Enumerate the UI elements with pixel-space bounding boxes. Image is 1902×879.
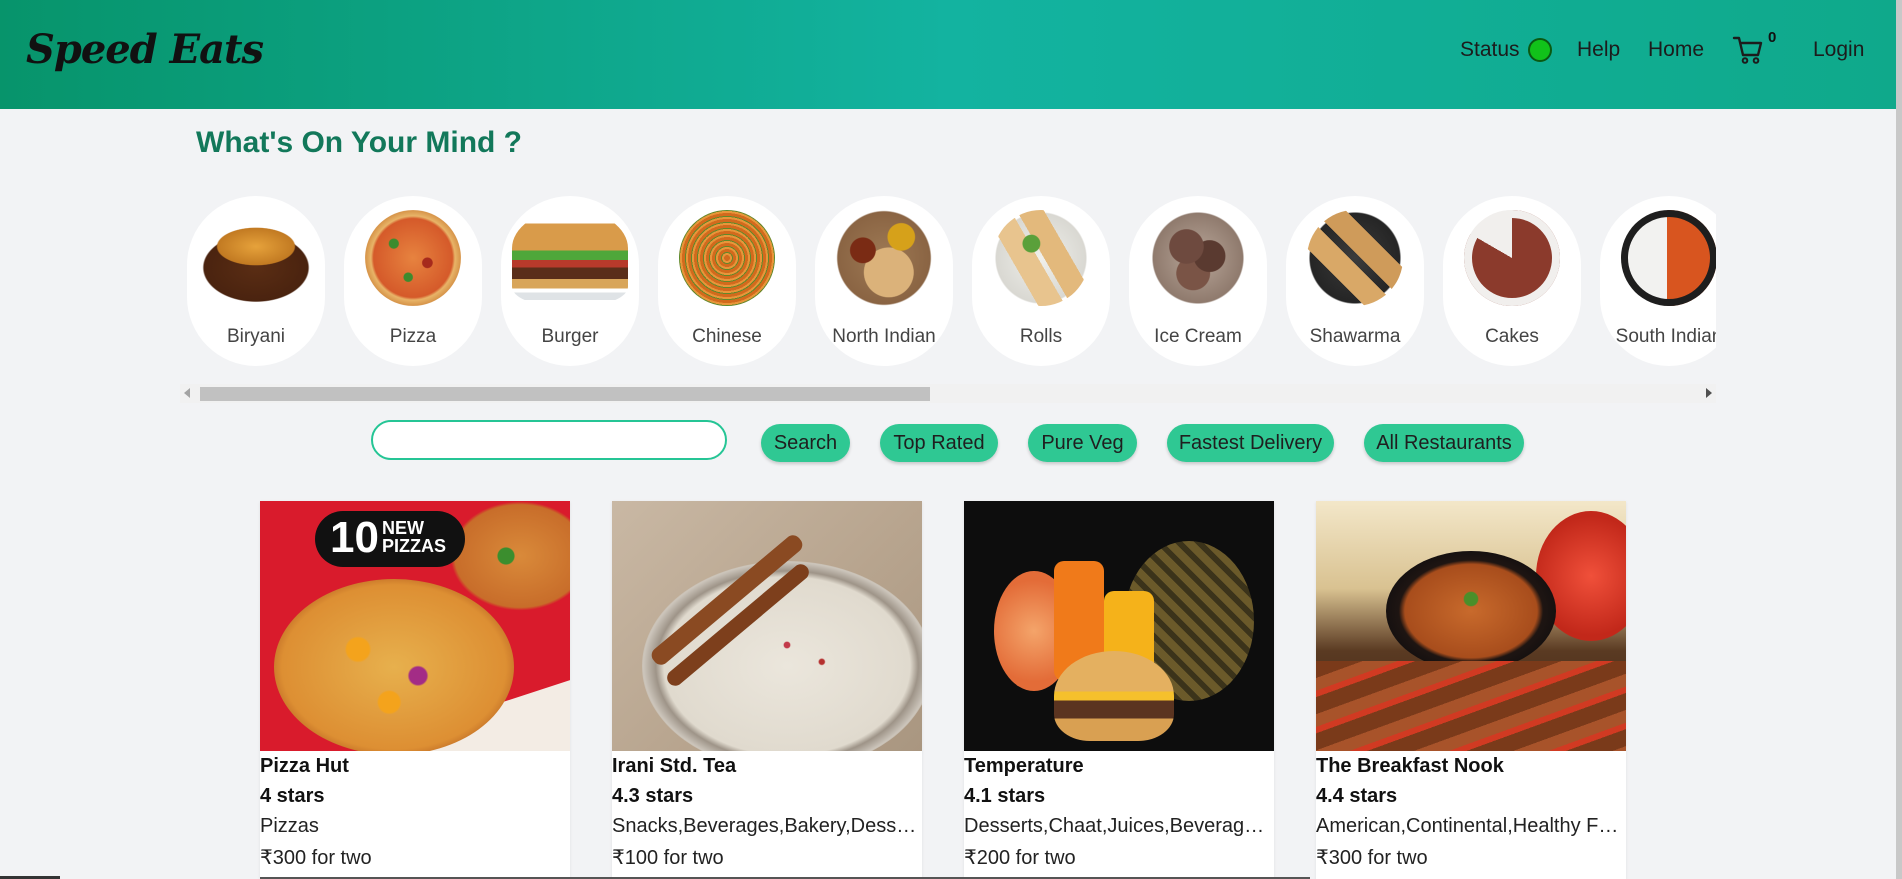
restaurant-image: 10 NEW PIZZAS: [260, 501, 570, 751]
restaurant-cuisine: Snacks,Beverages,Bakery,Desserts,Tea: [612, 815, 922, 837]
brand-logo[interactable]: Speed Eats: [26, 26, 264, 73]
category-label: Shawarma: [1309, 326, 1401, 347]
category-label: Cakes: [1485, 326, 1539, 347]
restaurant-image: [612, 501, 922, 751]
restaurant-name: Irani Std. Tea: [612, 755, 737, 777]
status-dot-icon: [1527, 38, 1552, 62]
category-item-ice-cream[interactable]: Ice Cream: [1129, 196, 1267, 366]
category-item-biryani[interactable]: Biryani: [187, 196, 325, 366]
burger-decor: [1054, 651, 1174, 741]
carousel-scrollbar[interactable]: [180, 384, 1716, 403]
scroll-left-arrow-icon[interactable]: [184, 388, 190, 398]
cart-icon: [1732, 36, 1763, 64]
category-label: South Indian: [1615, 326, 1716, 347]
nav-login-label: Login: [1813, 38, 1865, 61]
nav-help-label: Help: [1577, 38, 1621, 61]
pizza-decor: [274, 579, 514, 751]
restaurant-card[interactable]: 10 NEW PIZZAS Pizza Hut 4 stars Pizzas ₹…: [260, 501, 570, 879]
nav-help-link[interactable]: Help: [1577, 0, 1620, 100]
grill-decor: [1316, 661, 1626, 751]
banner-line-2: PIZZAS: [382, 536, 447, 556]
burger-image: [512, 210, 628, 306]
banner-number: 10: [330, 513, 379, 562]
beans-bowl-decor: [1386, 551, 1556, 671]
cake-image: [1464, 210, 1560, 306]
category-label: Ice Cream: [1154, 326, 1242, 347]
top-rated-filter-button[interactable]: Top Rated: [880, 424, 998, 462]
section-title: What's On Your Mind ?: [196, 126, 523, 159]
scroll-right-arrow-icon[interactable]: [1706, 388, 1712, 398]
nav-login-link[interactable]: Login: [1813, 0, 1864, 100]
restaurant-image: [964, 501, 1274, 751]
category-item-shawarma[interactable]: Shawarma: [1286, 196, 1424, 366]
restaurant-cuisine: Pizzas: [260, 815, 319, 837]
rolls-image: [993, 210, 1089, 306]
nav-home-label: Home: [1648, 38, 1705, 61]
restaurant-rating: 4 stars: [260, 785, 325, 807]
ice-cream-image: [1150, 210, 1246, 306]
category-label: Rolls: [1019, 326, 1063, 347]
biryani-image: [198, 210, 314, 306]
south-indian-image: [1621, 210, 1716, 306]
pure-veg-filter-button[interactable]: Pure Veg: [1028, 424, 1137, 462]
category-item-burger[interactable]: Burger: [501, 196, 639, 366]
search-input[interactable]: [371, 420, 727, 460]
restaurant-cuisine: American,Continental,Healthy Food: [1316, 815, 1626, 837]
fastest-delivery-filter-button[interactable]: Fastest Delivery: [1167, 424, 1334, 462]
thali-image: [836, 210, 932, 306]
category-carousel[interactable]: Biryani Pizza Burger Chinese North India…: [186, 193, 1716, 368]
all-restaurants-filter-button[interactable]: All Restaurants: [1364, 424, 1524, 462]
banner-line-1: NEW: [382, 518, 424, 538]
restaurant-name: Temperature: [964, 755, 1084, 777]
cart-count-badge: 0: [1768, 29, 1777, 46]
restaurant-price: ₹300 for two: [1316, 847, 1428, 869]
shawarma-image: [1307, 210, 1403, 306]
category-item-rolls[interactable]: Rolls: [972, 196, 1110, 366]
status-label: Status: [1460, 38, 1520, 61]
noodles-image: [679, 210, 775, 306]
pizza-image: [365, 210, 461, 306]
restaurant-cuisine: Desserts,Chaat,Juices,Beverages,Snacks: [964, 815, 1274, 837]
category-item-south-indian[interactable]: South Indian: [1600, 196, 1716, 366]
pizza-decor: [450, 501, 570, 611]
restaurant-rating: 4.3 stars: [612, 785, 694, 807]
category-item-cakes[interactable]: Cakes: [1443, 196, 1581, 366]
restaurant-price: ₹200 for two: [964, 847, 1076, 869]
category-item-pizza[interactable]: Pizza: [344, 196, 482, 366]
cart-button[interactable]: [1732, 0, 1764, 100]
search-button[interactable]: Search: [761, 424, 850, 462]
category-label: Burger: [541, 326, 599, 347]
restaurant-rating: 4.1 stars: [964, 785, 1046, 807]
restaurant-name: The Breakfast Nook: [1316, 755, 1504, 777]
category-item-chinese[interactable]: Chinese: [658, 196, 796, 366]
category-label: Chinese: [692, 326, 762, 347]
restaurant-rating: 4.4 stars: [1316, 785, 1398, 807]
category-label: North Indian: [832, 326, 936, 347]
page-scrollbar[interactable]: [1896, 0, 1902, 879]
category-label: Biryani: [226, 326, 286, 347]
top-navbar: Speed Eats Status Help Home 0 Login: [0, 0, 1896, 109]
restaurant-card[interactable]: Irani Std. Tea 4.3 stars Snacks,Beverage…: [612, 501, 922, 879]
restaurant-card[interactable]: Temperature 4.1 stars Desserts,Chaat,Jui…: [964, 501, 1274, 879]
banner-text: NEW PIZZAS: [382, 519, 446, 555]
restaurant-name: Pizza Hut: [260, 755, 349, 777]
category-label: Pizza: [389, 326, 437, 347]
restaurant-card[interactable]: The Breakfast Nook 4.4 stars American,Co…: [1316, 501, 1626, 879]
nav-home-link[interactable]: Home: [1648, 0, 1704, 100]
status-indicator[interactable]: Status: [1460, 0, 1552, 100]
category-item-north-indian[interactable]: North Indian: [815, 196, 953, 366]
restaurant-image: [1316, 501, 1626, 751]
restaurant-price: ₹300 for two: [260, 847, 372, 869]
carousel-scroll-thumb[interactable]: [200, 387, 930, 401]
restaurant-price: ₹100 for two: [612, 847, 724, 869]
